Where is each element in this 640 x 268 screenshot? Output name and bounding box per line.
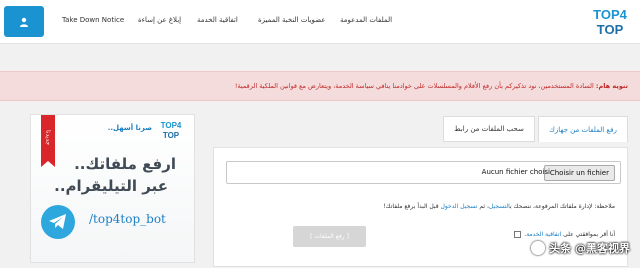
svg-text:TOP: TOP [163, 131, 180, 140]
service-agreement-link[interactable]: اتفاقية الخدمة [526, 231, 561, 238]
alert-message: السادة المستخدمين، نود تذكيركم بأن رفع ا… [234, 82, 594, 90]
note-prefix: ملاحظة: لإدارة ملفاتك المرفوعة، ننصحك ب [509, 203, 615, 210]
nav-link-service-agreement[interactable]: اتفاقية الخدمة [197, 16, 238, 24]
note-mid: ، ثم [477, 203, 489, 210]
svg-text:TOP4: TOP4 [161, 121, 182, 130]
banner-headline-1: ارفع ملفاتك.. [74, 155, 176, 173]
svg-text:TOP4: TOP4 [593, 7, 627, 22]
choose-file-button[interactable]: Choisir un fichier [543, 165, 615, 181]
upload-tabs: رفع الملفات من جهازك سحب الملفات من رابط [213, 116, 628, 142]
watermark: 头条 @黑客视界 [531, 240, 630, 256]
login-link[interactable]: تسجيل الدخول [440, 203, 477, 210]
register-link[interactable]: التسجيل [489, 203, 510, 210]
registration-note: ملاحظة: لإدارة ملفاتك المرفوعة، ننصحك با… [383, 203, 615, 210]
top4top-logo-icon: TOP4 TOP [593, 7, 627, 37]
terms-agreement: أنا أقر بموافقتي على اتفاقية الخدمة. [514, 231, 615, 238]
file-status: Aucun fichier choisi [481, 168, 550, 176]
nav-link-elite-memberships[interactable]: عضويات النخبة المميزة [258, 16, 325, 24]
site-logo[interactable]: TOP4 TOP [586, 5, 634, 39]
file-input[interactable]: Choisir un fichier Aucun fichier choisi [226, 161, 621, 184]
notice-alert: تنويه هام: السادة المستخدمين، نود تذكيرك… [0, 71, 640, 101]
upload-submit-button[interactable]: [ رفع الملفات ] [293, 226, 366, 247]
tab-upload-from-device[interactable]: رفع الملفات من جهازك [538, 116, 628, 142]
nav-link-report-abuse[interactable]: إبلاغ عن إساءة [138, 16, 181, 24]
nav-link-takedown[interactable]: Take Down Notice [62, 16, 124, 24]
agree-checkbox[interactable] [514, 231, 522, 238]
watermark-logo-icon [531, 241, 546, 255]
nav-links: Take Down Notice إبلاغ عن إساءة اتفاقية … [0, 0, 640, 44]
svg-text:TOP: TOP [597, 22, 624, 37]
nav-link-supported-files[interactable]: الملفات المدعومة [340, 16, 392, 24]
alert-title: تنويه هام: [595, 82, 628, 90]
tab-upload-from-url[interactable]: سحب الملفات من رابط [443, 116, 535, 142]
new-ribbon: جديدنا [41, 115, 55, 167]
watermark-text: 头条 @黑客视界 [549, 242, 630, 255]
banner-headline-2: عبر التيليقرام.. [54, 177, 168, 195]
telegram-banner[interactable]: جديدنا TOP4 TOP صرنا أسهل.. ارفع ملفاتك.… [30, 114, 195, 263]
telegram-bot-handle: /top4top_bot [89, 212, 166, 226]
telegram-icon [41, 205, 75, 239]
agree-text: أنا أقر بموافقتي على اتفاقية الخدمة. [524, 231, 615, 238]
banner-logo-icon: TOP4 TOP [161, 121, 182, 140]
banner-small-text: صرنا أسهل.. [107, 124, 152, 132]
top-navbar: Take Down Notice إبلاغ عن إساءة اتفاقية … [0, 0, 640, 44]
note-suffix: قبل البدأ برفع ملفاتك! [383, 203, 441, 210]
